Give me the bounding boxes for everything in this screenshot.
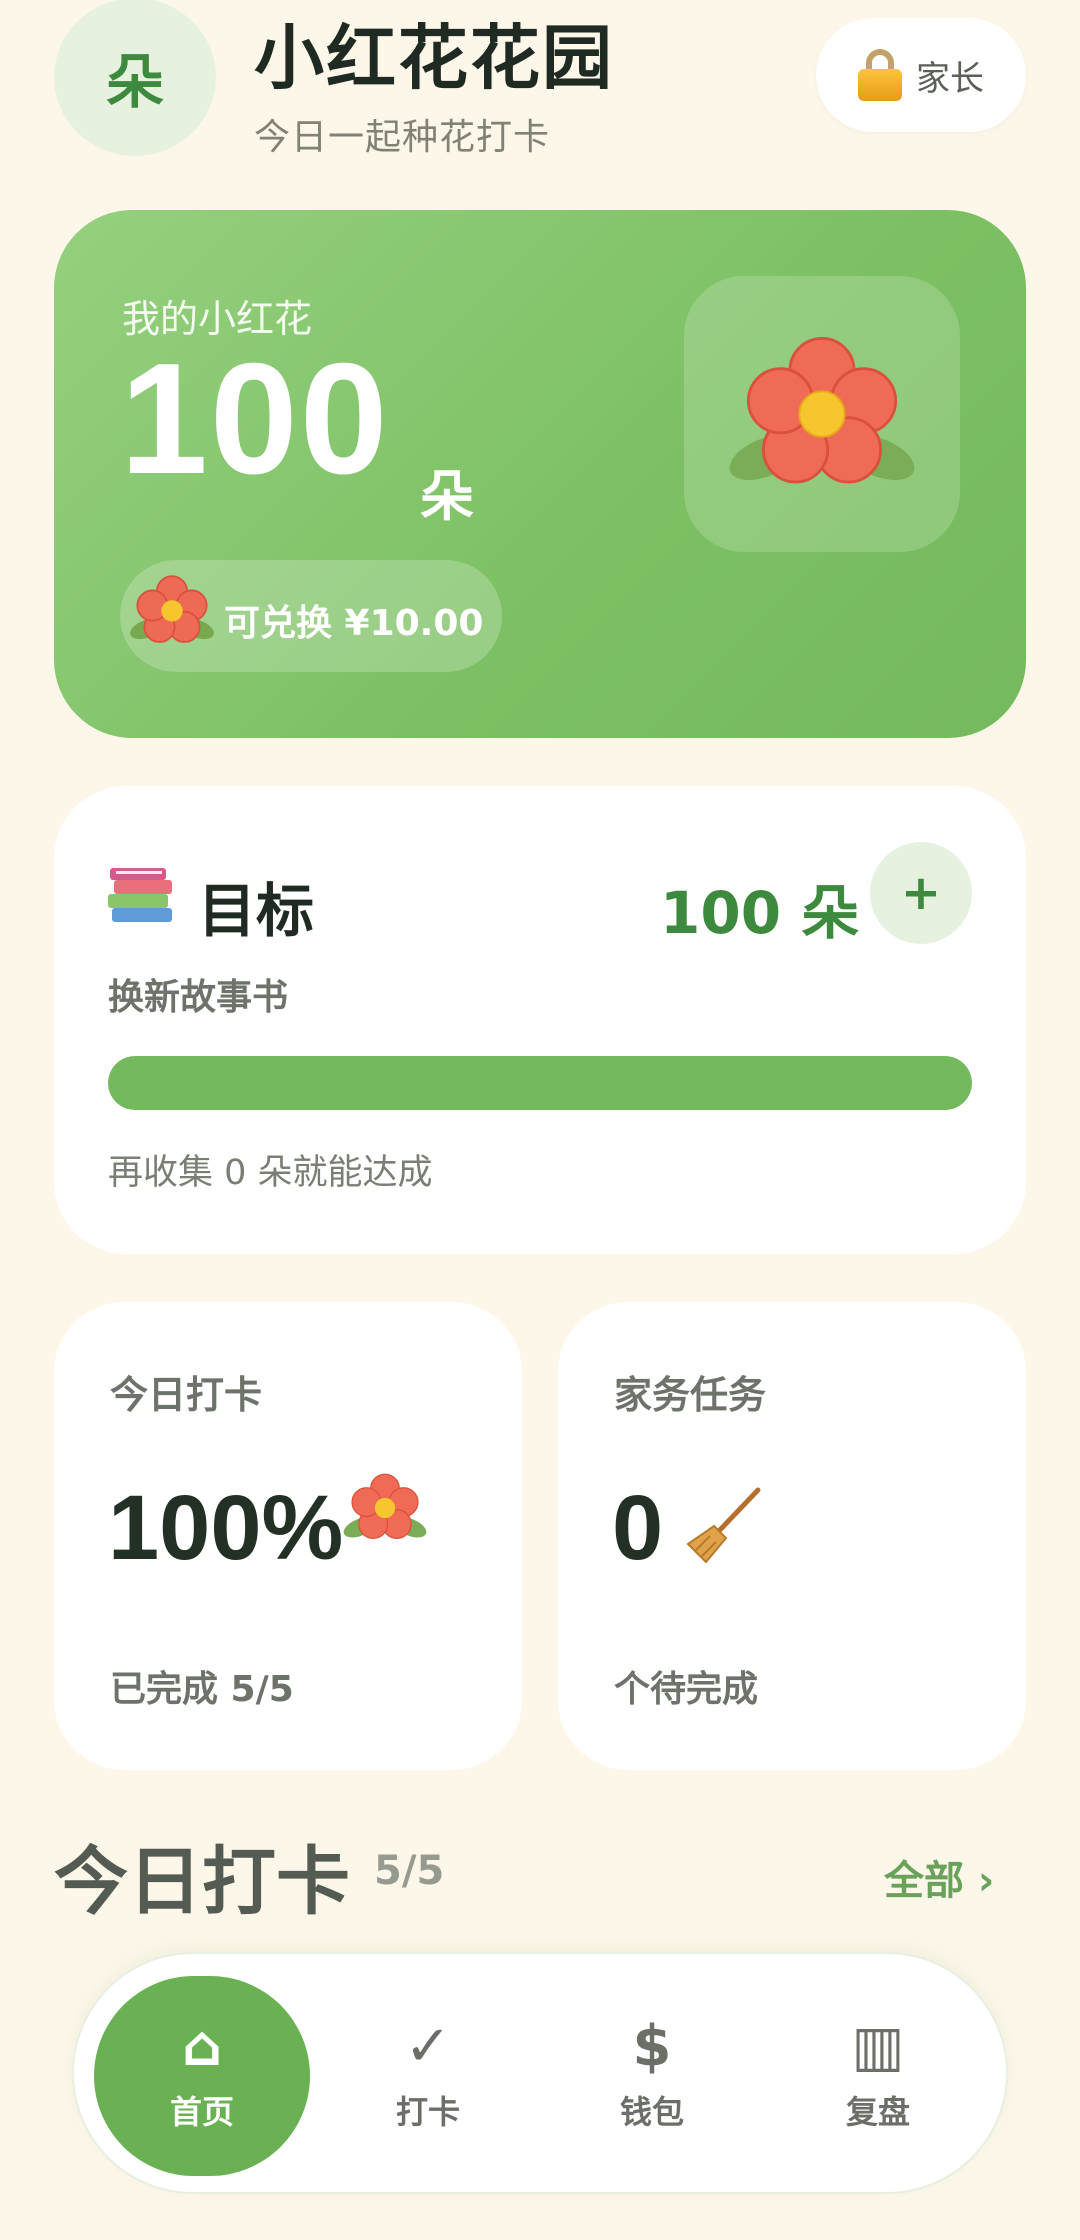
check-icon: ✓ (404, 2014, 452, 2079)
nav-label-home: 首页 (169, 2093, 234, 2131)
nav-item-home[interactable]: ⌂ 首页 (94, 1976, 310, 2176)
app-title: 小红花花园 (254, 17, 614, 99)
goal-title: 目标 (198, 877, 315, 945)
books-icon (106, 864, 178, 932)
goal-progress-bar (108, 1056, 972, 1110)
view-all-link[interactable]: 全部 › (884, 1848, 994, 1906)
redeem-text: 可兑换 ¥10.00 (224, 603, 484, 644)
nav-label-review: 复盘 (845, 2093, 910, 2131)
goal-remaining-text: 再收集 0 朵就能达成 (108, 1153, 433, 1193)
flower-unit: 朵 (420, 465, 474, 528)
flower-balance-card[interactable]: 我的小红花 100 朵 可兑换 ¥10.00 (54, 210, 1026, 738)
flower-icon (729, 337, 915, 484)
checkin-stat-title: 今日打卡 (110, 1373, 263, 1417)
checkin-section-title: 今日打卡 (54, 1839, 350, 1925)
redeem-badge[interactable]: 可兑换 ¥10.00 (120, 560, 502, 672)
nav-item-wallet[interactable]: $ 钱包 (544, 1976, 760, 2176)
add-goal-button[interactable]: + (870, 842, 972, 944)
plus-icon: + (900, 865, 942, 921)
chores-stat-sub: 个待完成 (614, 1669, 759, 1710)
goal-card[interactable]: 目标 100 朵 + 换新故事书 再收集 0 朵就能达成 (54, 786, 1026, 1254)
bottom-nav: ⌂ 首页 ✓ 打卡 $ 钱包 ▥ 复盘 (72, 1952, 1008, 2194)
broom-icon (684, 1486, 764, 1570)
nav-label-wallet: 钱包 (619, 2093, 684, 2131)
checkin-stat-card[interactable]: 今日打卡 100% 已完成 5/5 (54, 1302, 522, 1770)
chores-stat-value: 0 (612, 1477, 664, 1579)
checkin-stat-value: 100% (108, 1477, 344, 1579)
checkin-section-count: 5/5 (374, 1848, 445, 1894)
nav-label-checkin: 打卡 (395, 2093, 460, 2131)
goal-progress-fill (108, 1056, 972, 1110)
avatar-char: 朵 (105, 48, 164, 116)
app-subtitle: 今日一起种花打卡 (254, 117, 551, 158)
flower-count: 100 (120, 331, 390, 507)
chores-stat-card[interactable]: 家务任务 0 个待完成 (558, 1302, 1026, 1770)
review-icon: ▥ (851, 2014, 905, 2079)
flower-illustration-tile (684, 276, 960, 552)
nav-item-review[interactable]: ▥ 复盘 (770, 1976, 986, 2176)
checkin-stat-sub: 已完成 5/5 (110, 1669, 294, 1710)
parent-button-label: 家长 (916, 58, 984, 99)
flower-icon (342, 1470, 428, 1550)
home-screen: 朵 小红花花园 今日一起种花打卡 家长 我的小红花 100 朵 可兑换 ¥10.… (0, 0, 1080, 2240)
chores-stat-title: 家务任务 (614, 1373, 767, 1417)
avatar[interactable]: 朵 (54, 0, 216, 156)
lock-icon (858, 49, 902, 101)
wallet-icon: $ (632, 2014, 672, 2079)
goal-name: 换新故事书 (108, 977, 289, 1018)
home-icon: ⌂ (181, 2014, 223, 2079)
parent-button[interactable]: 家长 (816, 18, 1026, 132)
flower-icon (126, 570, 218, 654)
goal-target: 100 朵 (660, 879, 860, 947)
nav-item-checkin[interactable]: ✓ 打卡 (320, 1976, 536, 2176)
